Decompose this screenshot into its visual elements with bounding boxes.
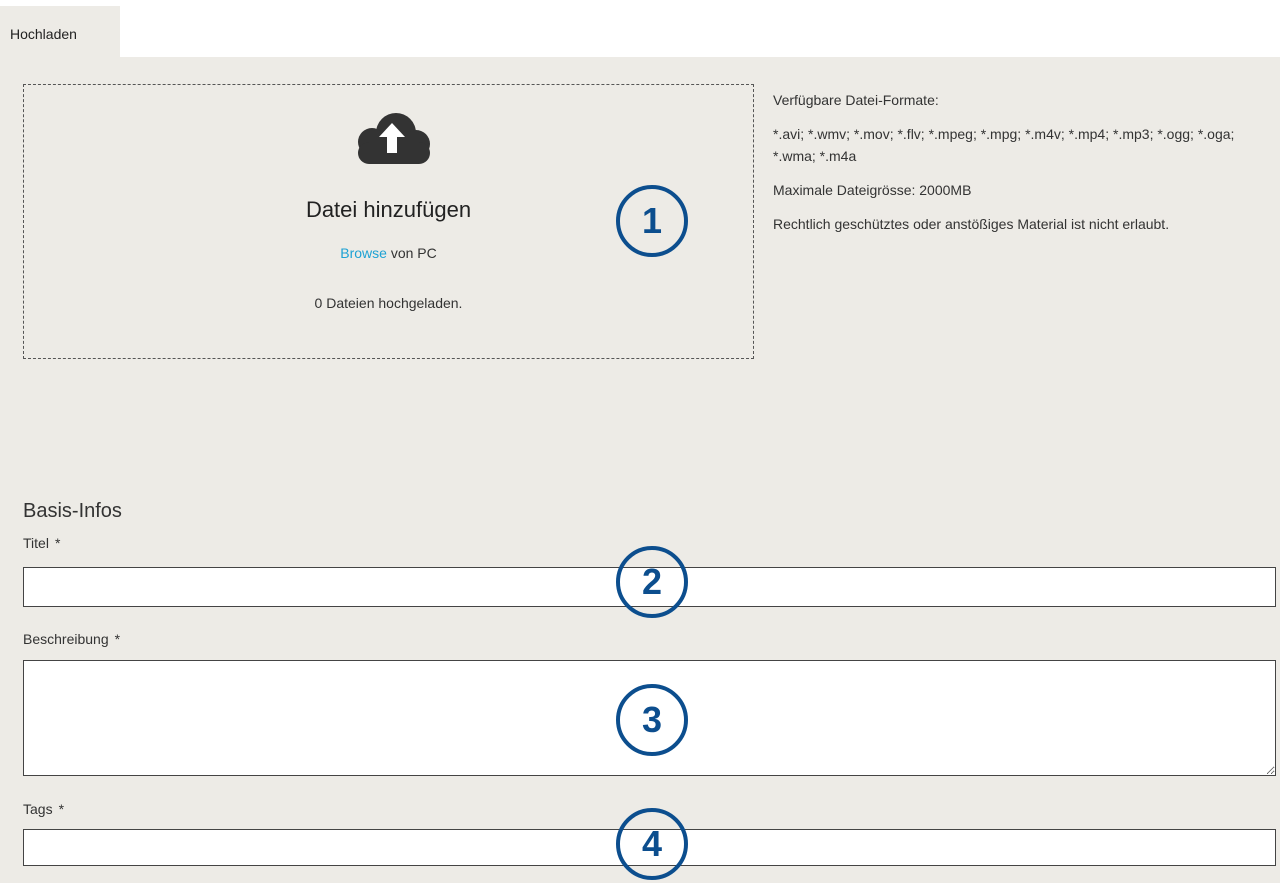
browse-link[interactable]: Browse <box>340 245 387 261</box>
description-label: Beschreibung * <box>23 631 120 647</box>
browse-line: Browse von PC <box>34 245 743 261</box>
legal-notice: Rechtlich geschütztes oder anstößiges Ma… <box>773 216 1170 232</box>
browse-suffix: von PC <box>386 245 437 261</box>
title-label-text: Titel <box>23 535 49 551</box>
tags-label: Tags * <box>23 801 64 817</box>
description-textarea[interactable] <box>23 660 1276 776</box>
description-label-text: Beschreibung <box>23 631 109 647</box>
required-marker: * <box>54 535 61 551</box>
tags-label-text: Tags <box>23 801 53 817</box>
title-input[interactable] <box>23 567 1276 607</box>
upload-count: 0 Dateien hochgeladen. <box>314 295 463 311</box>
dropzone-title: Datei hinzufügen <box>305 197 472 222</box>
formats-list: *.avi; *.wmv; *.mov; *.flv; *.mpeg; *.mp… <box>773 126 1235 164</box>
section-title-basis-infos: Basis-Infos <box>23 500 122 522</box>
tags-input[interactable] <box>23 829 1276 866</box>
required-marker: * <box>114 631 121 647</box>
dropzone-inner: Datei hinzufügen Browse von PC 0 Dateien… <box>34 93 743 348</box>
tab-hochladen[interactable]: Hochladen <box>0 6 120 58</box>
formats-heading: Verfügbare Datei-Formate: <box>773 92 939 108</box>
upload-info: Verfügbare Datei-Formate: *.avi; *.wmv; … <box>773 89 1263 247</box>
max-file-size: Maximale Dateigrösse: 2000MB <box>773 182 972 198</box>
file-dropzone[interactable]: Datei hinzufügen Browse von PC 0 Dateien… <box>23 84 754 359</box>
upload-panel: Datei hinzufügen Browse von PC 0 Dateien… <box>0 57 1280 883</box>
tab-hochladen-label: Hochladen <box>10 26 77 42</box>
title-label: Titel * <box>23 535 60 551</box>
required-marker: * <box>58 801 65 817</box>
cloud-upload-icon <box>358 113 430 164</box>
